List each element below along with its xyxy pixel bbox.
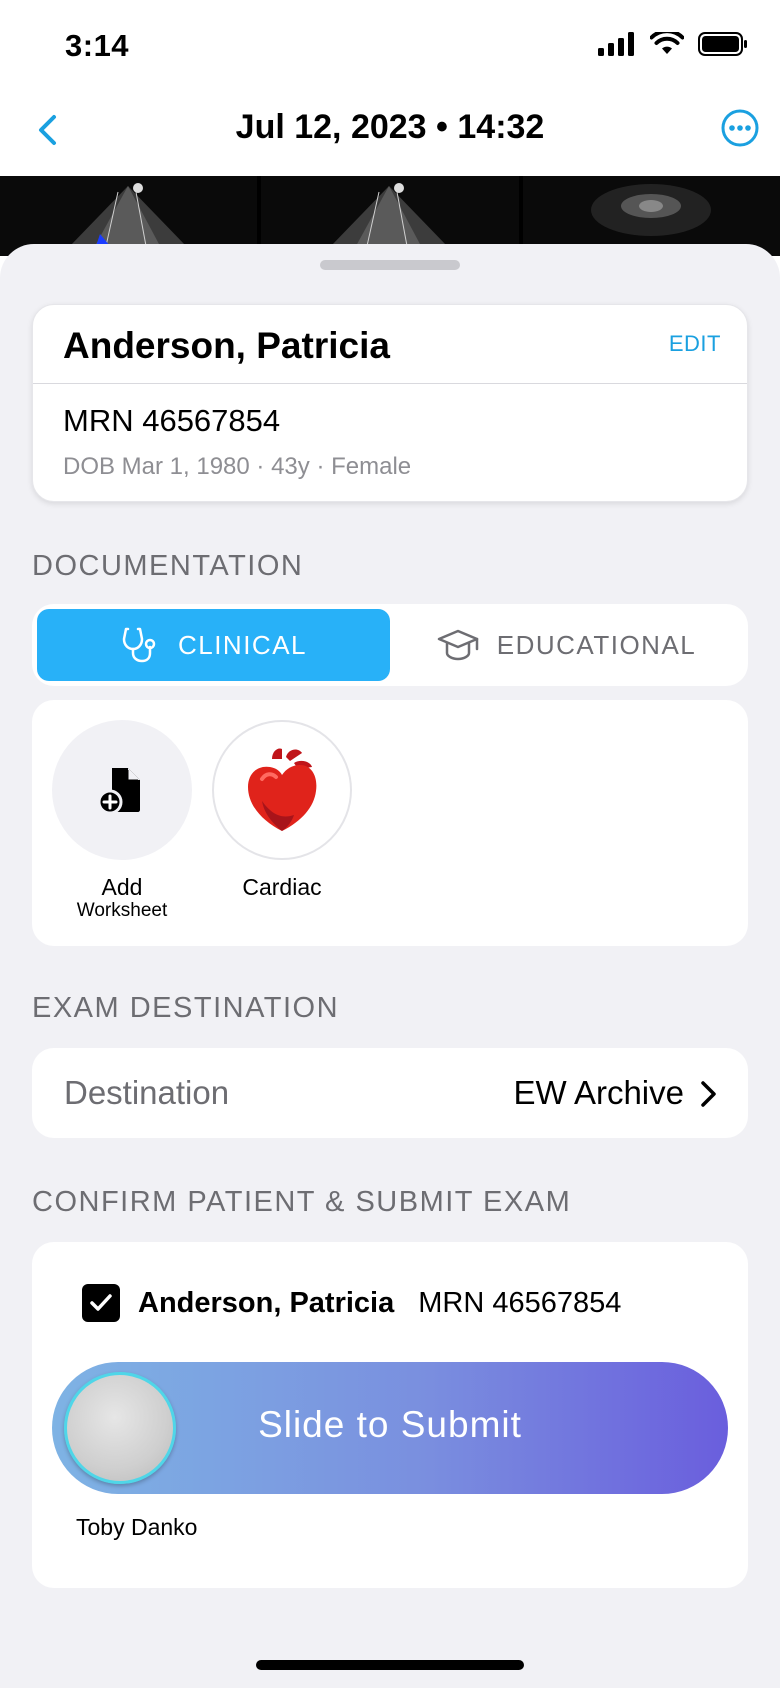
heart-icon <box>248 748 317 831</box>
more-options-icon[interactable] <box>720 108 760 148</box>
patient-mrn: MRN 46567854 <box>63 403 281 438</box>
checkmark-icon <box>90 1294 112 1311</box>
divider <box>33 383 747 384</box>
graduation-cap-icon <box>437 629 478 661</box>
destination-row[interactable]: Destination EW Archive <box>32 1048 748 1138</box>
tab-educational[interactable]: EDUCATIONAL <box>390 609 743 681</box>
add-worksheet-sublabel: Worksheet <box>76 900 168 921</box>
nav-bar: Jul 12, 2023 • 14:32 <box>0 96 780 166</box>
slider-knob[interactable] <box>64 1372 176 1484</box>
patient-name: Anderson, Patricia <box>63 325 390 366</box>
confirm-patient-name: Anderson, Patricia <box>138 1286 395 1319</box>
stethoscope-icon <box>122 627 156 663</box>
confirm-submit-section-title: CONFIRM PATIENT & SUBMIT EXAM <box>32 1186 572 1218</box>
home-indicator <box>256 1660 524 1670</box>
tab-educational-label: EDUCATIONAL <box>496 629 697 660</box>
cellular-signal-icon <box>598 32 634 56</box>
cardiac-worksheet-label: Cardiac <box>242 874 322 900</box>
add-worksheet-label: Add <box>101 874 143 900</box>
exam-date-title: Jul 12, 2023 • 14:32 <box>235 108 545 146</box>
documentation-section-title: DOCUMENTATION <box>32 550 304 582</box>
exam-detail-sheet: Anderson, Patricia EDIT MRN 46567854 DOB… <box>0 244 780 1688</box>
documentation-segmented-control: CLINICAL EDUCATIONAL <box>32 604 748 686</box>
battery-icon <box>698 32 747 56</box>
status-time: 3:14 <box>65 28 130 63</box>
add-worksheet-circle <box>52 720 192 860</box>
patient-card: Anderson, Patricia EDIT MRN 46567854 DOB… <box>32 304 748 502</box>
tab-clinical-label: CLINICAL <box>177 629 308 660</box>
patient-demographics: DOB Mar 1, 1980 · 43y · Female <box>63 453 412 480</box>
submit-card: Anderson, Patricia MRN 46567854 Slide to… <box>32 1242 748 1588</box>
slide-to-submit-slider[interactable]: Slide to Submit <box>52 1362 728 1494</box>
add-document-icon <box>97 768 140 815</box>
confirm-patient-mrn: MRN 46567854 <box>418 1286 622 1319</box>
submitting-user-name: Toby Danko <box>76 1514 198 1540</box>
exam-destination-section-title: EXAM DESTINATION <box>32 992 340 1024</box>
cardiac-worksheet-circle <box>212 720 352 860</box>
sheet-grabber[interactable] <box>320 260 460 270</box>
confirm-patient-checkbox[interactable] <box>82 1284 120 1322</box>
chevron-right-icon <box>701 1081 716 1107</box>
add-worksheet-button[interactable]: Add Worksheet <box>52 720 192 922</box>
destination-label: Destination <box>64 1074 230 1111</box>
status-icons <box>598 32 748 56</box>
edit-patient-button[interactable]: EDIT <box>669 331 721 357</box>
wifi-icon <box>650 32 684 54</box>
status-bar: 3:14 <box>0 0 780 90</box>
tab-clinical[interactable]: CLINICAL <box>37 609 390 681</box>
destination-value: EW Archive <box>513 1074 684 1111</box>
worksheet-card: Add Worksheet Cardiac <box>32 700 748 946</box>
cardiac-worksheet-button[interactable]: Cardiac <box>212 720 352 900</box>
confirm-patient-row[interactable]: Anderson, Patricia MRN 46567854 <box>82 1284 621 1322</box>
